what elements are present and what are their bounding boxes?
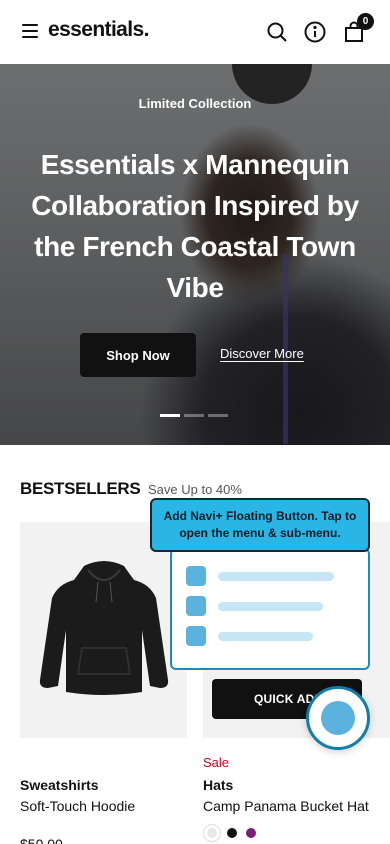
navi-menu-item bbox=[186, 596, 323, 616]
product-category: Sweatshirts bbox=[20, 777, 99, 793]
sale-badge: Sale bbox=[203, 755, 230, 770]
product-price: $50.00 bbox=[20, 836, 63, 844]
slider-dot[interactable] bbox=[208, 414, 228, 417]
hero-eyebrow: Limited Collection bbox=[138, 96, 252, 111]
navi-menu-item bbox=[186, 626, 313, 646]
discover-more-link[interactable]: Discover More bbox=[220, 346, 304, 361]
color-swatch[interactable] bbox=[227, 828, 237, 838]
color-swatch[interactable] bbox=[246, 828, 256, 838]
product-name[interactable]: Soft-Touch Hoodie bbox=[20, 798, 135, 814]
cart-count-badge: 0 bbox=[357, 13, 374, 30]
color-swatch[interactable] bbox=[203, 824, 221, 842]
shop-now-button[interactable]: Shop Now bbox=[80, 333, 196, 377]
product-category: Hats bbox=[203, 777, 234, 793]
menu-item-icon bbox=[186, 566, 206, 586]
slider-dot[interactable] bbox=[184, 414, 204, 417]
section-title: BESTSELLERS bbox=[20, 479, 141, 498]
slider-pagination bbox=[160, 414, 228, 417]
menu-item-icon bbox=[186, 626, 206, 646]
product-image[interactable] bbox=[20, 522, 187, 738]
menu-icon[interactable] bbox=[22, 24, 38, 38]
hero-title: Essentials x Mannequin Collaboration Ins… bbox=[31, 149, 359, 303]
site-header: essentials. 0 bbox=[0, 0, 390, 64]
floating-action-button[interactable] bbox=[306, 686, 370, 750]
color-swatches bbox=[203, 824, 256, 842]
navi-menu-item bbox=[186, 566, 334, 586]
floating-button-icon bbox=[321, 701, 355, 735]
hoodie-image bbox=[39, 561, 169, 695]
product-name[interactable]: Camp Panama Bucket Hat bbox=[203, 798, 369, 814]
menu-item-icon bbox=[186, 596, 206, 616]
hero-banner: Limited Collection Essentials x Mannequi… bbox=[0, 64, 390, 445]
search-icon[interactable] bbox=[265, 20, 289, 44]
section-subtitle: Save Up to 40% bbox=[148, 482, 242, 497]
navi-plus-tooltip: Add Navi+ Floating Button. Tap to open t… bbox=[150, 498, 370, 552]
hero-content: Limited Collection Essentials x Mannequi… bbox=[0, 64, 390, 445]
navi-plus-menu-preview bbox=[170, 548, 370, 670]
info-icon[interactable] bbox=[303, 20, 327, 44]
slider-dot[interactable] bbox=[160, 414, 180, 417]
site-logo[interactable]: essentials. bbox=[48, 18, 149, 42]
